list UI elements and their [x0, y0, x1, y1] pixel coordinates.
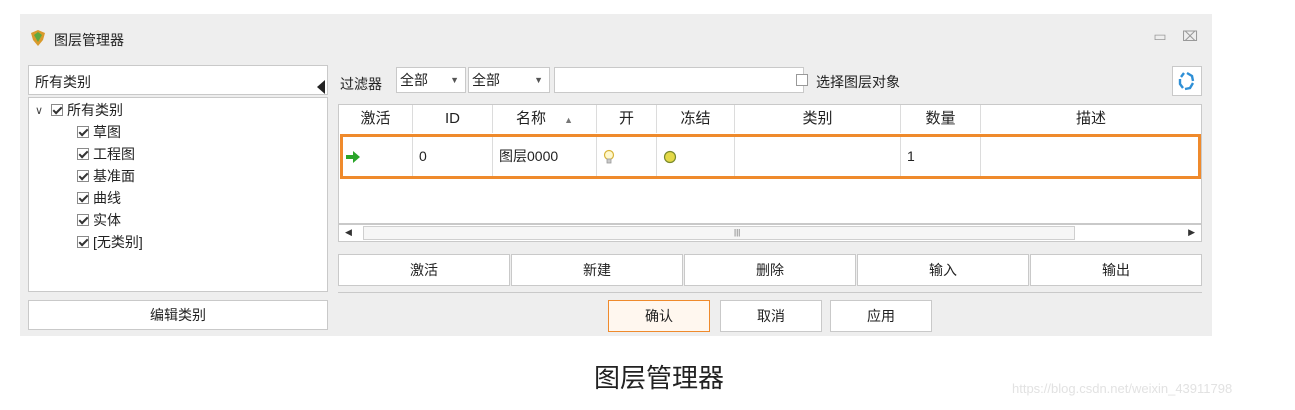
checkbox[interactable]: [77, 214, 89, 226]
cell-category: [735, 134, 901, 178]
column-header-id[interactable]: ID: [413, 105, 493, 133]
checkbox[interactable]: [77, 148, 89, 160]
column-header-name[interactable]: 名称 ▲: [493, 105, 597, 133]
tree-item-solid[interactable]: 实体: [77, 209, 121, 231]
checkbox[interactable]: [51, 104, 63, 116]
arrow-right-icon: [346, 151, 360, 164]
watermark: https://blog.csdn.net/weixin_43911798: [1012, 381, 1233, 396]
scrollbar-grip-icon: |||: [734, 228, 741, 237]
dropdown-arrow-icon: ▼: [534, 75, 543, 85]
filter-select-1[interactable]: 全部 ▼: [396, 67, 466, 93]
filter-label: 过滤器: [340, 76, 382, 92]
figure-caption: 图层管理器: [594, 364, 725, 394]
delete-button[interactable]: 删除: [684, 254, 856, 286]
tree-item-drawing[interactable]: 工程图: [77, 143, 135, 165]
dropdown-arrow-icon: ▼: [450, 75, 459, 85]
apply-button[interactable]: 应用: [830, 300, 932, 332]
bulb-icon: [603, 150, 615, 164]
sort-ascending-icon: ▲: [564, 115, 574, 125]
refresh-button[interactable]: [1172, 66, 1202, 96]
category-header-label: 所有类别: [35, 74, 91, 90]
tree-item-label: 所有类别: [67, 102, 123, 118]
column-header-frozen[interactable]: 冻结: [657, 105, 735, 133]
tree-item-label: [无类别]: [93, 234, 143, 250]
cell-id: 0: [413, 134, 493, 178]
category-header: 所有类别: [28, 65, 328, 95]
checkbox[interactable]: [77, 236, 89, 248]
chevron-down-icon[interactable]: ∨: [35, 104, 47, 117]
tree-item-curve[interactable]: 曲线: [77, 187, 121, 209]
scroll-left-icon[interactable]: ◀: [345, 227, 352, 238]
window-title: 图层管理器: [54, 32, 124, 48]
activate-button[interactable]: 激活: [338, 254, 510, 286]
title-bar: 图层管理器 ▭ ⌧: [20, 14, 1212, 62]
column-header-active[interactable]: 激活: [339, 105, 413, 133]
horizontal-scrollbar[interactable]: ◀ ||| ▶: [338, 224, 1202, 242]
filter-search-input[interactable]: [554, 67, 804, 93]
layer-manager-dialog: 图层管理器 ▭ ⌧ 所有类别 ∨ 所有类别 草图 工程图 基准面 曲线 实体 […: [20, 14, 1212, 336]
cell-active[interactable]: [339, 134, 413, 178]
cell-frozen[interactable]: [657, 134, 735, 178]
layer-table: 激活 ID 名称 ▲ 开 冻结 类别 数量 描述 0 图层0000 1: [338, 104, 1202, 224]
filter-select-2-value: 全部: [472, 72, 500, 88]
checkbox[interactable]: [77, 126, 89, 138]
import-button[interactable]: 输入: [857, 254, 1029, 286]
tree-item-datum-plane[interactable]: 基准面: [77, 165, 135, 187]
tree-item-sketch[interactable]: 草图: [77, 121, 121, 143]
tree-item-label: 实体: [93, 212, 121, 228]
tree-item-all[interactable]: ∨ 所有类别: [35, 99, 123, 121]
tree-item-label: 工程图: [93, 146, 135, 162]
collapse-left-icon[interactable]: [317, 80, 325, 94]
checkbox[interactable]: [77, 192, 89, 204]
scrollbar-thumb[interactable]: |||: [363, 226, 1075, 240]
column-header-description[interactable]: 描述: [981, 105, 1201, 133]
cell-name: 图层0000: [493, 134, 597, 178]
tree-item-label: 基准面: [93, 168, 135, 184]
divider: [338, 292, 1202, 293]
table-row[interactable]: 0 图层0000 1: [339, 134, 1201, 178]
tree-item-no-category[interactable]: [无类别]: [77, 231, 143, 253]
circle-icon: [663, 151, 677, 164]
new-button[interactable]: 新建: [511, 254, 683, 286]
tree-item-label: 草图: [93, 124, 121, 140]
edit-category-button[interactable]: 编辑类别: [28, 300, 328, 330]
cell-count: 1: [901, 134, 981, 178]
column-header-name-label: 名称: [515, 110, 546, 127]
filter-select-2[interactable]: 全部 ▼: [468, 67, 550, 93]
close-icon[interactable]: ⌧: [1182, 28, 1198, 44]
ok-button[interactable]: 确认: [608, 300, 710, 332]
cell-description: [981, 134, 1201, 178]
tree-item-label: 曲线: [93, 190, 121, 206]
scroll-right-icon[interactable]: ▶: [1188, 227, 1195, 238]
app-logo-icon: [31, 30, 45, 46]
cell-on[interactable]: [597, 134, 657, 178]
select-layer-checkbox[interactable]: [796, 74, 808, 86]
cancel-button[interactable]: 取消: [720, 300, 822, 332]
refresh-icon: [1178, 71, 1195, 91]
column-header-category[interactable]: 类别: [735, 105, 901, 133]
column-header-on[interactable]: 开: [597, 105, 657, 133]
restore-icon[interactable]: ▭: [1152, 28, 1168, 44]
select-layer-label: 选择图层对象: [816, 74, 900, 90]
filter-select-1-value: 全部: [400, 72, 428, 88]
column-header-count[interactable]: 数量: [901, 105, 981, 133]
checkbox[interactable]: [77, 170, 89, 182]
category-tree: ∨ 所有类别 草图 工程图 基准面 曲线 实体 [无类别]: [28, 97, 328, 292]
export-button[interactable]: 输出: [1030, 254, 1202, 286]
